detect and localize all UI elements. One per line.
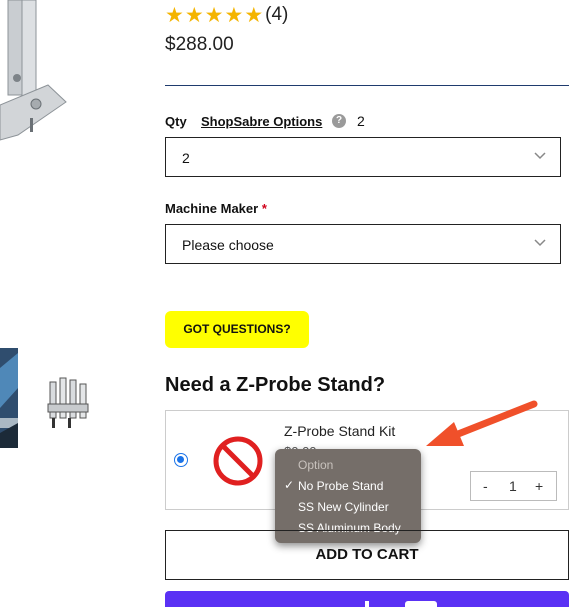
- quantity-stepper: - 1 +: [470, 471, 557, 501]
- qty-select-value: 2: [182, 150, 190, 166]
- star-icon: ★: [204, 3, 224, 27]
- machine-maker-select[interactable]: Please choose: [165, 224, 561, 264]
- star-icon: ★: [165, 3, 184, 27]
- divider: [165, 85, 569, 86]
- annotation-arrow-icon: [426, 400, 538, 446]
- probe-option-dropdown[interactable]: Option ✓ No Probe Stand SS New Cylinder …: [275, 449, 421, 543]
- qty-count: 2: [357, 113, 365, 129]
- dropdown-option[interactable]: SS New Cylinder: [298, 500, 389, 514]
- product-thumbnail[interactable]: [0, 348, 18, 448]
- decrement-button[interactable]: -: [483, 478, 488, 494]
- machine-maker-value: Please choose: [182, 237, 274, 253]
- rating-stars[interactable]: ★ ★ ★ ★ ★ (4): [165, 4, 288, 26]
- add-to-cart-button[interactable]: ADD TO CART: [165, 530, 569, 580]
- product-thumbnail[interactable]: [44, 374, 92, 432]
- dropdown-header: Option: [298, 458, 334, 472]
- chevron-down-icon: [534, 239, 546, 247]
- star-icon: ★: [244, 3, 264, 27]
- qty-select[interactable]: 2: [165, 137, 561, 177]
- express-pay-button[interactable]: [165, 591, 569, 607]
- checkmark-icon: ✓: [284, 478, 295, 492]
- zprobe-heading: Need a Z-Probe Stand?: [165, 374, 386, 396]
- machine-maker-label: Machine Maker *: [165, 201, 267, 216]
- increment-button[interactable]: +: [535, 478, 543, 494]
- star-icon: ★: [224, 3, 244, 27]
- chevron-down-icon: [534, 152, 546, 160]
- product-image[interactable]: [0, 0, 70, 150]
- no-sign-icon: [213, 436, 263, 486]
- zprobe-radio[interactable]: [174, 453, 188, 467]
- kit-name: Z-Probe Stand Kit: [284, 423, 396, 439]
- machine-maker-label-text: Machine Maker: [165, 201, 259, 216]
- quantity-value[interactable]: 1: [509, 478, 517, 494]
- pay-icon: [365, 601, 369, 607]
- pay-icon: [405, 601, 437, 607]
- help-icon[interactable]: ?: [332, 114, 346, 128]
- required-mark: *: [261, 201, 267, 216]
- shopsabre-options-link[interactable]: ShopSabre Options: [201, 114, 322, 129]
- rating-count: (4): [265, 4, 289, 25]
- product-price: $288.00: [165, 34, 234, 55]
- dropdown-option[interactable]: No Probe Stand: [298, 479, 383, 493]
- qty-label: Qty: [165, 114, 187, 129]
- got-questions-button[interactable]: GOT QUESTIONS?: [165, 311, 309, 348]
- star-icon: ★: [184, 3, 204, 27]
